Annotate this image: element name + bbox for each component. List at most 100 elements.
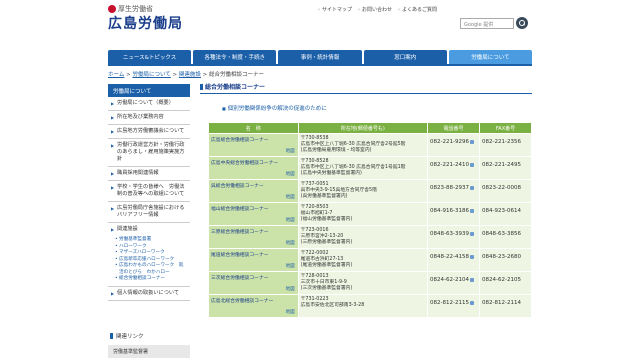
address-note: (広島労働局雇用環境・均等室内) bbox=[300, 148, 372, 153]
address-cell: 〒720-8503 福山市旭町1-7 (福山労働基準監督署内) bbox=[297, 202, 429, 226]
breadcrumb-facilities[interactable]: 関連施設 bbox=[179, 72, 201, 78]
tab-offices[interactable]: 窓口案内 bbox=[363, 50, 447, 64]
map-link[interactable]: 地図 bbox=[286, 217, 295, 223]
sidebar-item-location[interactable]: 所在地及び業務内容 bbox=[108, 111, 190, 125]
fax-cell: 082-221-2495 bbox=[479, 156, 532, 180]
tel-number[interactable]: 082-221-2410 bbox=[430, 162, 469, 168]
fax-number: 0848-63-3856 bbox=[482, 231, 521, 237]
address-note: (広島中央労働基準監督署内) bbox=[300, 171, 362, 176]
table-row: 三原総合労働相談コーナー 地図 〒723-0016 三原市宮沖2-13-20 (三原労働… bbox=[208, 225, 532, 249]
map-link[interactable]: 地図 bbox=[286, 148, 295, 154]
office-name-cell: 尾道総合労働相談コーナー地図 bbox=[208, 248, 299, 272]
fax-number: 082-221-2495 bbox=[482, 162, 521, 168]
address-note: (尾道労働基準監督署内) bbox=[300, 263, 353, 268]
tel-number[interactable]: 082-812-2115 bbox=[430, 300, 469, 306]
phone-icon bbox=[470, 139, 475, 144]
phone-icon bbox=[470, 208, 475, 213]
col-header-tel: 電話番号 bbox=[427, 122, 481, 134]
tel-number[interactable]: 082-221-9296 bbox=[430, 139, 469, 145]
breadcrumb-about[interactable]: 労働局について bbox=[132, 72, 170, 78]
map-link[interactable]: 地図 bbox=[286, 194, 295, 200]
util-link-sitemap[interactable]: › サイトマップ bbox=[318, 6, 352, 14]
search-input[interactable]: Google 提供 bbox=[460, 18, 514, 29]
sidebar-item-council[interactable]: 広島地方労働審議会について bbox=[108, 125, 190, 139]
table-row: 広島北総合労働相談コーナー地図 〒731-0223 広島市安佐北区可部南3-3-28… bbox=[208, 294, 532, 318]
fax-cell: 0824-62-2105 bbox=[479, 271, 532, 295]
sidebar-header[interactable]: 労働局について bbox=[108, 84, 190, 97]
phone-icon bbox=[470, 231, 475, 236]
address-line: 広島市安佐北区可部南3-3-28 bbox=[300, 303, 365, 308]
tel-cell: 082-221-2410 bbox=[427, 156, 481, 180]
tel-cell: 084-916-3186 bbox=[427, 202, 481, 226]
fax-cell: 084-923-0614 bbox=[479, 202, 532, 226]
address-note: (三次労働基準監督署内) bbox=[300, 286, 353, 291]
office-name: 広島北総合労働相談コーナー bbox=[211, 299, 274, 304]
sidebar-item-recruit[interactable]: 職員採用関連情報 bbox=[108, 167, 190, 181]
tab-laws[interactable]: 各種法令・制度・手続き bbox=[193, 50, 277, 64]
map-link[interactable]: 地図 bbox=[286, 240, 295, 246]
table-row: 広島中央総合労働相談コーナー 地図 〒730-8528 広島市中区上八丁堀6-30 広… bbox=[208, 156, 532, 180]
breadcrumb-home[interactable]: ホーム bbox=[108, 72, 124, 78]
address-cell: 〒731-0223 広島市安佐北区可部南3-3-28 bbox=[297, 294, 429, 318]
tel-number[interactable]: 0824-62-2104 bbox=[430, 277, 469, 283]
address-cell: 〒722-0002 尾道市古浜町27-13 (尾道労働基準監督署内) bbox=[297, 248, 429, 272]
tel-cell: 0824-62-2104 bbox=[427, 271, 481, 295]
tel-cell: 082-812-2115 bbox=[427, 294, 481, 318]
breadcrumb-current: 総合労働相談コーナー bbox=[209, 72, 265, 78]
arrow-icon: › bbox=[358, 6, 361, 13]
phone-icon bbox=[470, 254, 475, 259]
office-name: 福山総合労働相談コーナー bbox=[211, 207, 269, 212]
tel-number[interactable]: 0823-88-2937 bbox=[430, 185, 469, 191]
address-cell: 〒730-8528 広島市中区上八丁堀6-30 広島合同庁舎1号館1階 (広島中央労… bbox=[297, 156, 429, 180]
util-link-faq[interactable]: › よくあるご質問 bbox=[398, 6, 437, 14]
tel-number[interactable]: 084-916-3186 bbox=[430, 208, 469, 214]
sidebar-subitem[interactable]: 広島わかものハローワーク 就活のとびら わかハロー bbox=[108, 263, 190, 276]
related-links-heading: 関連リンク bbox=[108, 332, 190, 340]
sidebar-subitems: 労働基準監督署 ハローワーク マザーズハローワーク 広島新卒応援ハローワーク 広… bbox=[108, 236, 190, 287]
sidebar: 労働局について 労働局について（概要） 所在地及び業務内容 広島地方労働審議会に… bbox=[108, 84, 190, 301]
fax-cell: 0848-23-2680 bbox=[479, 248, 532, 272]
col-header-address: 所在地(郵便番号も) bbox=[297, 122, 429, 134]
table-row: 呉総合労働相談コーナー 地図 〒737-0051 呉市中央3-9-15呉地方合同庁舎5… bbox=[208, 179, 532, 203]
util-link-contact[interactable]: › お問い合わせ bbox=[358, 6, 392, 14]
tel-cell: 0823-88-2937 bbox=[427, 179, 481, 203]
office-name-cell: 三次総合労働相談コーナー地図 bbox=[208, 271, 299, 295]
office-name-cell: 広島北総合労働相談コーナー地図 bbox=[208, 294, 299, 318]
tab-cases[interactable]: 事例・統計情報 bbox=[278, 50, 362, 64]
col-header-name: 名 称 bbox=[208, 122, 299, 134]
map-link[interactable]: 地図 bbox=[286, 309, 295, 315]
related-link-item[interactable]: 労働基準監督署 bbox=[108, 345, 190, 358]
address-cell: 〒723-0016 三原市宮沖2-13-20 (三原労働基準監督署内) bbox=[297, 225, 429, 249]
map-link[interactable]: 地図 bbox=[286, 286, 295, 292]
address-cell: 〒730-8538 広島市中区上八丁堀6-30 広島合同庁舎2号館5階 (広島労働局… bbox=[297, 133, 429, 157]
map-link[interactable]: 地図 bbox=[286, 263, 295, 269]
sidebar-item-students[interactable]: 学校・学生の皆様へ 労働法制の普及等への取組について bbox=[108, 181, 190, 202]
tab-news[interactable]: ニュース&トピックス bbox=[108, 50, 192, 64]
fax-number: 0848-23-2680 bbox=[482, 254, 521, 260]
table-row: 三次総合労働相談コーナー地図 〒728-0013 三次市十日市東1-9-9 (三次労働… bbox=[208, 271, 532, 295]
fax-cell: 0848-63-3856 bbox=[479, 225, 532, 249]
sidebar-item-policy[interactable]: 労働行政運営方針・労働行政のあらまし・雇用施策実施方針 bbox=[108, 139, 190, 167]
page-title: 総合労働相談コーナー bbox=[200, 82, 532, 94]
fax-number: 082-221-2356 bbox=[482, 139, 521, 145]
office-name: 尾道総合労働相談コーナー bbox=[211, 253, 269, 258]
dispute-resolution-link[interactable]: 個別労働関係紛争の解決の促進のために bbox=[222, 104, 327, 112]
page: 厚生労働省 広島労働局 › サイトマップ › お問い合わせ › よくあるご質問 Goo… bbox=[0, 0, 640, 360]
ministry-mark-icon bbox=[108, 5, 116, 13]
tab-about[interactable]: 労働局について bbox=[448, 50, 533, 64]
map-link[interactable]: 地図 bbox=[286, 171, 295, 177]
table-body: 広島総合労働相談コーナー 地図 〒730-8538 広島市中区上八丁堀6-30 広島合… bbox=[208, 133, 532, 318]
sidebar-item-overview[interactable]: 労働局について（概要） bbox=[108, 97, 190, 111]
sidebar-subitem[interactable]: 総合労働相談コーナー bbox=[108, 276, 190, 283]
office-name: 三次総合労働相談コーナー bbox=[211, 276, 269, 281]
office-name-cell: 広島中央総合労働相談コーナー 地図 bbox=[208, 156, 299, 180]
sidebar-item-facilities[interactable]: 関連施設 bbox=[108, 223, 190, 236]
search-icon[interactable] bbox=[516, 17, 528, 29]
address-cell: 〒728-0013 三次市十日市東1-9-9 (三次労働基準監督署内) bbox=[297, 271, 429, 295]
sidebar-item-privacy[interactable]: 個人情報の取扱いについて bbox=[108, 287, 190, 301]
tel-number[interactable]: 0848-22-4158 bbox=[430, 254, 469, 260]
phone-icon bbox=[470, 162, 475, 167]
tel-number[interactable]: 0848-63-3939 bbox=[430, 231, 469, 237]
sidebar-item-barrierfree[interactable]: 広島労働局庁舎施設におけるバリアフリー情報 bbox=[108, 202, 190, 223]
fax-number: 084-923-0614 bbox=[482, 208, 521, 214]
